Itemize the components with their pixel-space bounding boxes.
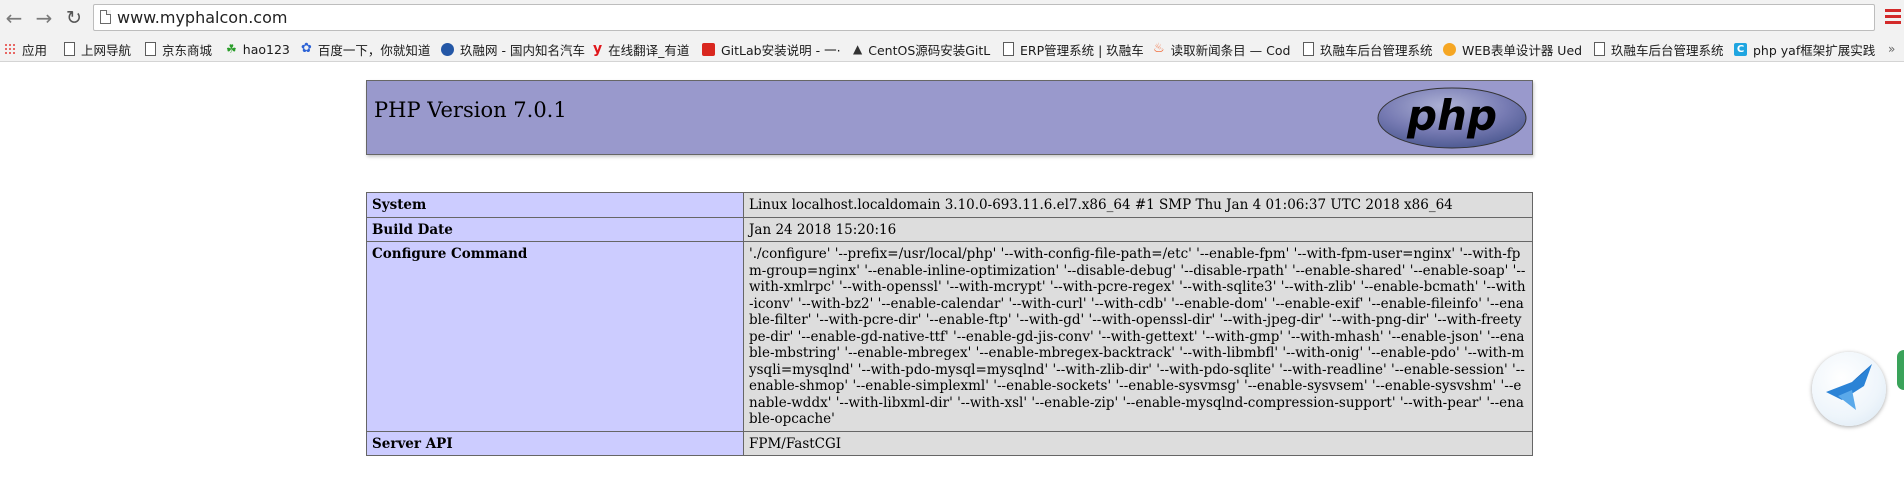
bookmark-label: 上网导航 bbox=[81, 42, 132, 58]
ueditor-icon bbox=[1443, 42, 1456, 56]
youdao-icon: y bbox=[593, 41, 603, 57]
row-value: Jan 24 2018 15:20:16 bbox=[743, 216, 1533, 242]
bookmark-label: 京东商城 bbox=[162, 42, 213, 58]
bookmark-item[interactable]: 上网导航 bbox=[64, 39, 131, 59]
hao123-icon: ☘ bbox=[226, 42, 237, 56]
bookmark-item[interactable]: Cphp yaf框架扩展实践 bbox=[1734, 39, 1875, 59]
bookmark-label: CentOS源码安装GitL bbox=[868, 42, 991, 58]
bookmark-item[interactable]: y 在线翻译_有道 bbox=[593, 39, 689, 59]
bookmark-item[interactable]: ✿ 百度一下，你就知道 bbox=[301, 39, 430, 59]
floating-assistant-bird-icon[interactable] bbox=[1812, 352, 1886, 426]
floating-widget-edge[interactable] bbox=[1897, 350, 1904, 390]
bookmark-item[interactable]: 玖融车后台管理系统 bbox=[1303, 39, 1433, 59]
row-value: FPM/FastCGI bbox=[743, 430, 1533, 456]
menu-icon[interactable] bbox=[1885, 9, 1901, 27]
table-row: Server API FPM/FastCGI bbox=[366, 430, 1533, 456]
bookmarks-bar: 应用 上网导航 京东商城 ☘ hao123 ✿ 百度一下，你就知道 玖融网 - 国内… bbox=[0, 36, 1904, 62]
page-icon bbox=[1594, 42, 1605, 56]
fire-icon: ♨ bbox=[1153, 41, 1165, 56]
bookmark-item[interactable]: 京东商城 bbox=[145, 39, 212, 59]
row-key: Build Date bbox=[366, 216, 744, 242]
row-key: Server API bbox=[366, 430, 744, 456]
gitlab-icon bbox=[702, 42, 715, 56]
bookmark-label: ERP管理系统 | 玖融车 bbox=[1020, 42, 1144, 58]
url-text[interactable]: www.myphalcon.com bbox=[117, 8, 287, 27]
bookmark-item[interactable]: 玖融网 - 国内知名汽车 bbox=[441, 39, 585, 59]
page-icon bbox=[145, 42, 156, 56]
bird-icon bbox=[1826, 364, 1872, 410]
bookmark-label: GitLab安装说明 - 一· bbox=[721, 42, 841, 58]
bookmark-item[interactable]: WEB表单设计器 Ued bbox=[1443, 39, 1582, 59]
bookmark-label: php yaf框架扩展实践 bbox=[1753, 42, 1876, 58]
table-row: Build Date Jan 24 2018 15:20:16 bbox=[366, 216, 1533, 242]
bookmark-label: 在线翻译_有道 bbox=[608, 42, 690, 58]
bookmark-label: 百度一下，你就知道 bbox=[317, 42, 431, 58]
row-value: './configure' '--prefix=/usr/local/php' … bbox=[743, 241, 1533, 432]
bookmark-label: WEB表单设计器 Ued bbox=[1462, 42, 1583, 58]
php-version-title: PHP Version 7.0.1 bbox=[374, 98, 567, 122]
php-logo[interactable]: php bbox=[1377, 87, 1527, 149]
bookmark-label: hao123 bbox=[242, 41, 290, 57]
browser-toolbar: ← → ↻ www.myphalcon.com ⊕ 文 bbox=[0, 0, 1904, 36]
c-icon: C bbox=[1734, 42, 1747, 56]
bookmark-item[interactable]: GitLab安装说明 - 一· bbox=[702, 39, 841, 59]
bookmark-item[interactable]: ☘ hao123 bbox=[226, 39, 290, 59]
page-icon bbox=[1303, 42, 1314, 56]
page-icon bbox=[64, 42, 75, 56]
centos-icon: ▲ bbox=[853, 42, 863, 56]
page-icon bbox=[1003, 42, 1014, 56]
reload-icon[interactable]: ↻ bbox=[62, 6, 86, 30]
bookmarks-overflow-icon[interactable]: » bbox=[1888, 42, 1895, 56]
bookmark-item[interactable]: ERP管理系统 | 玖融车 bbox=[1003, 39, 1144, 59]
page-content: PHP Version 7.0.1 php System Linux local… bbox=[0, 62, 1904, 500]
phpinfo-header: PHP Version 7.0.1 php bbox=[366, 80, 1533, 155]
page-icon bbox=[100, 10, 111, 24]
row-key: System bbox=[366, 192, 744, 218]
php-logo-text: php bbox=[1406, 91, 1497, 140]
bookmark-item[interactable]: ♨ 读取新闻条目 — Cod bbox=[1153, 39, 1290, 59]
row-key: Configure Command bbox=[366, 241, 744, 432]
bookmark-label: 玖融网 - 国内知名汽车 bbox=[460, 42, 585, 58]
phpinfo-table: System Linux localhost.localdomain 3.10.… bbox=[366, 192, 1533, 456]
bookmark-item[interactable]: 玖融车后台管理系统 bbox=[1594, 39, 1724, 59]
jiurong-icon bbox=[441, 42, 454, 56]
baidu-icon: ✿ bbox=[301, 41, 312, 56]
bookmark-item[interactable]: ▲ CentOS源码安装GitL bbox=[853, 39, 990, 59]
bookmark-label: 玖融车后台管理系统 bbox=[1611, 42, 1724, 58]
bookmark-label: 读取新闻条目 — Cod bbox=[1170, 42, 1291, 58]
apps-icon bbox=[4, 43, 16, 55]
table-row: System Linux localhost.localdomain 3.10.… bbox=[366, 192, 1533, 218]
bookmark-label: 应用 bbox=[22, 42, 48, 58]
table-row: Configure Command './configure' '--prefi… bbox=[366, 241, 1533, 432]
bookmark-label: 玖融车后台管理系统 bbox=[1320, 42, 1433, 58]
address-bar[interactable]: www.myphalcon.com ⊕ 文 bbox=[93, 4, 1875, 31]
forward-arrow-icon[interactable]: → bbox=[32, 6, 56, 30]
bookmark-apps[interactable]: 应用 bbox=[4, 39, 47, 59]
back-arrow-icon[interactable]: ← bbox=[2, 6, 26, 30]
row-value: Linux localhost.localdomain 3.10.0-693.1… bbox=[743, 192, 1533, 218]
